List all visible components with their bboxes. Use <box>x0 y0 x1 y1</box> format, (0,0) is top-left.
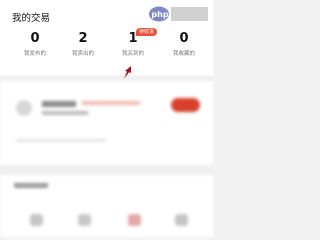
stat-published[interactable]: 0 我发布的 <box>15 31 55 58</box>
tool-icon-3[interactable] <box>128 214 141 226</box>
listing-subtitle-placeholder <box>42 111 88 115</box>
pending-receipt-badge: 待收货 <box>136 28 158 36</box>
svg-text:php: php <box>151 10 168 19</box>
listing-thumbnail <box>16 100 32 116</box>
stat-sold[interactable]: 2 我卖出的 <box>63 31 103 58</box>
stat-bought-label: 我买到的 <box>121 51 144 57</box>
tools-card <box>0 175 213 237</box>
php-logo-watermark: php <box>149 6 208 22</box>
my-trades-card: 我的交易 php 0 我发布的 2 我卖出的 1 我买到的 0 我收藏的 待收货 <box>0 0 213 76</box>
tool-icon-4[interactable] <box>175 214 188 226</box>
stat-published-label: 我发布的 <box>23 51 46 57</box>
listing-card <box>0 81 213 165</box>
stat-favorited-count: 0 <box>179 31 189 46</box>
listing-divider <box>16 139 106 142</box>
blurred-lower-content <box>0 76 213 237</box>
tool-icon-1[interactable] <box>30 214 43 226</box>
listing-tag-placeholder <box>82 101 140 105</box>
stat-sold-label: 我卖出的 <box>71 51 94 57</box>
listing-title-placeholder <box>42 101 76 107</box>
tools-title-placeholder <box>14 183 48 188</box>
stat-favorited-label: 我收藏的 <box>172 51 195 57</box>
stat-favorited[interactable]: 0 我收藏的 <box>164 31 204 58</box>
stat-published-count: 0 <box>30 31 40 46</box>
listing-action-button[interactable] <box>171 98 200 112</box>
stat-sold-count: 2 <box>78 31 88 46</box>
tool-icon-2[interactable] <box>78 214 91 226</box>
my-trades-title: 我的交易 <box>12 13 51 24</box>
trade-stats: 0 我发布的 2 我卖出的 1 我买到的 0 我收藏的 <box>0 32 213 66</box>
